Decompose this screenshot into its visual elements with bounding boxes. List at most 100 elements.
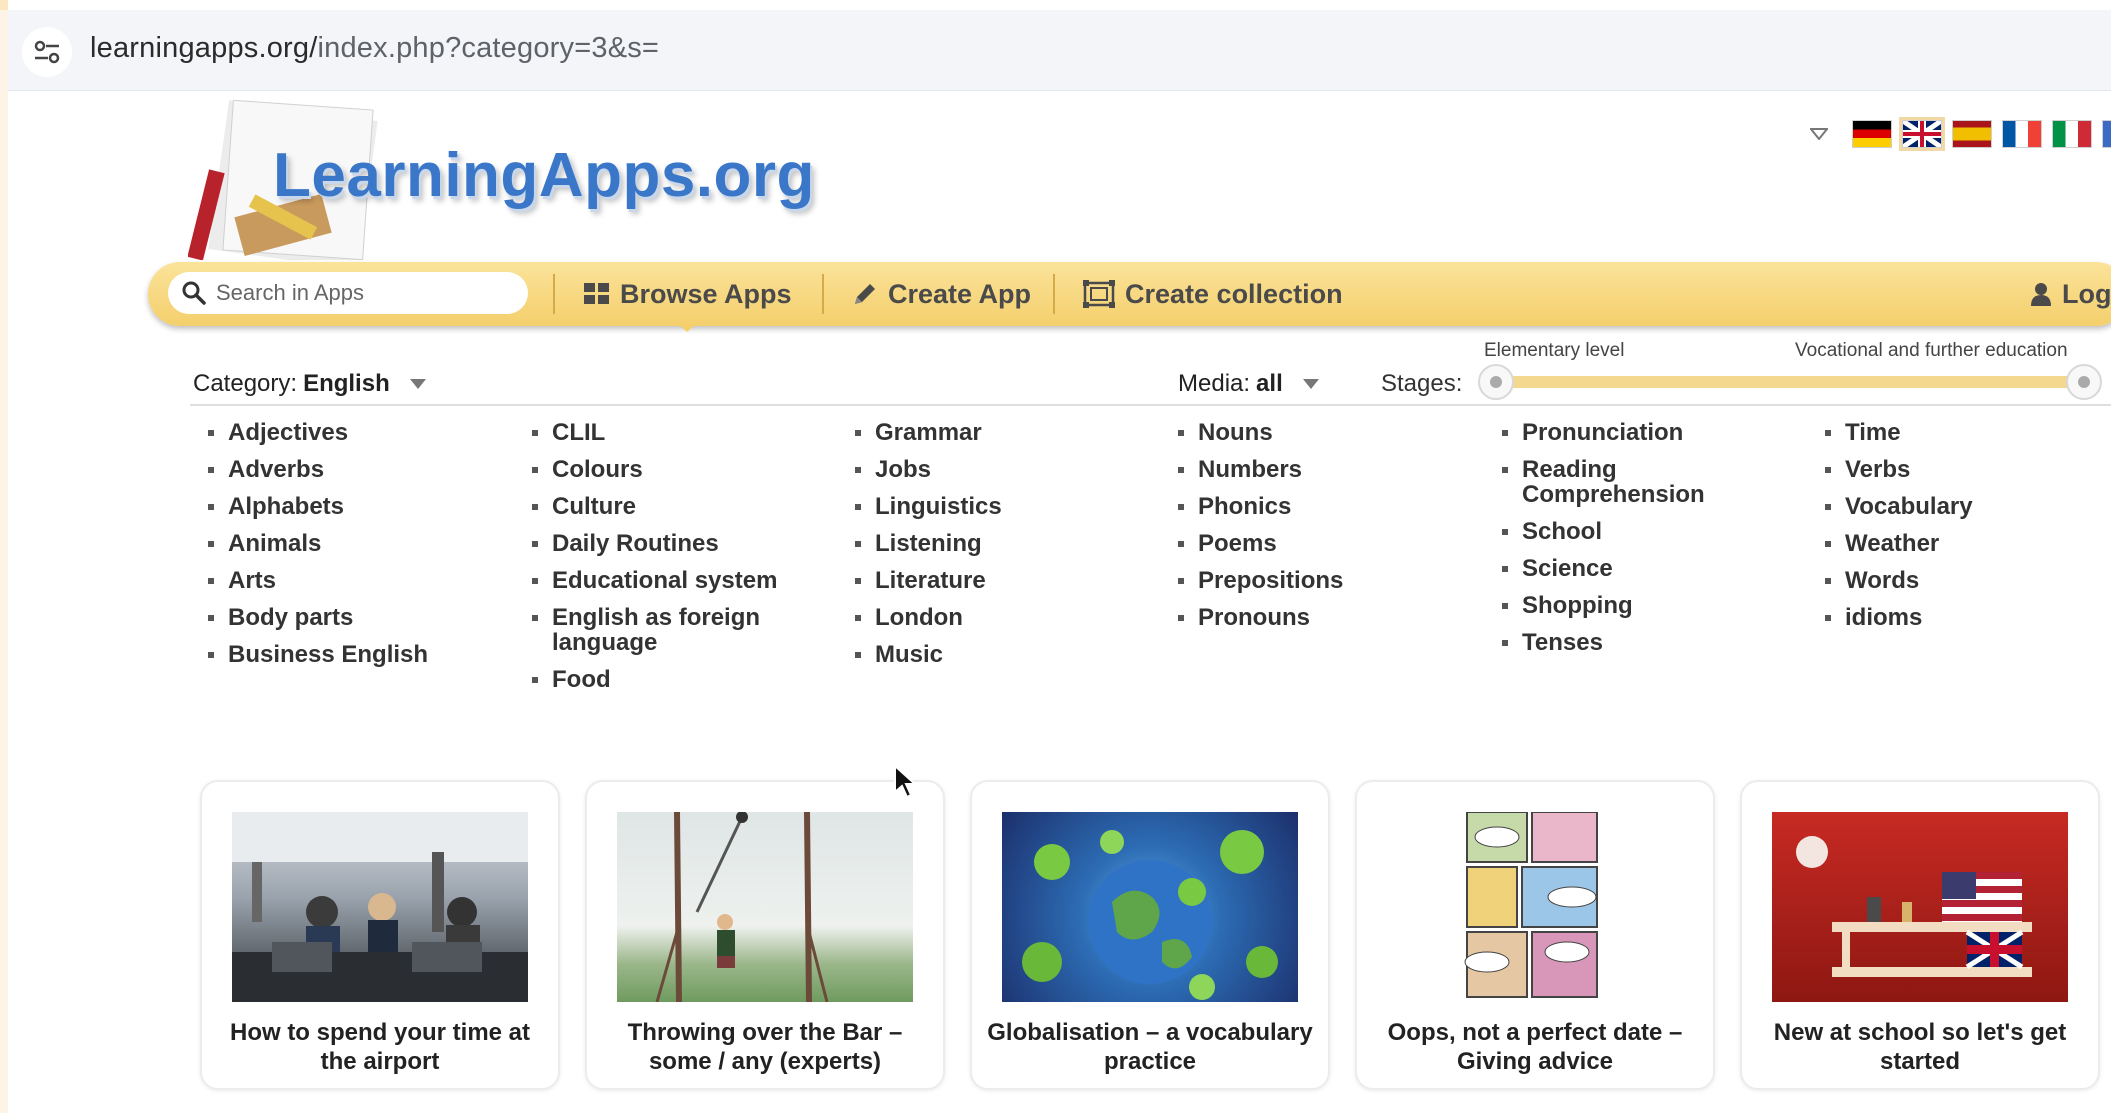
topic-link[interactable]: Linguistics bbox=[853, 494, 1173, 519]
topic-link[interactable]: Vocabulary bbox=[1823, 494, 2083, 519]
card-thumbnail bbox=[617, 812, 913, 1002]
card-thumbnail bbox=[1002, 812, 1298, 1002]
topic-link[interactable]: Nouns bbox=[1176, 420, 1496, 445]
flag-fr-icon[interactable] bbox=[2002, 120, 2042, 148]
app-card[interactable]: Throwing over the Bar – some / any (expe… bbox=[585, 780, 945, 1090]
card-thumbnail bbox=[1772, 812, 2068, 1002]
topic-link[interactable]: Shopping bbox=[1500, 593, 1730, 618]
pencil-icon bbox=[855, 284, 875, 304]
topic-link[interactable]: English as foreign language bbox=[530, 605, 790, 655]
topic-link[interactable]: Music bbox=[853, 642, 1173, 667]
topic-link[interactable]: Daily Routines bbox=[530, 531, 790, 556]
topic-column: Adjectives Adverbs Alphabets Animals Art… bbox=[206, 420, 526, 679]
topic-link[interactable]: Weather bbox=[1823, 531, 2083, 556]
topic-link[interactable]: Pronouns bbox=[1176, 605, 1496, 630]
topic-link[interactable]: Culture bbox=[530, 494, 790, 519]
topic-link[interactable]: Science bbox=[1500, 556, 1730, 581]
topic-link[interactable]: Pronunciation bbox=[1500, 420, 1730, 445]
address-bar[interactable]: learningapps.org/index.php?category=3&s= bbox=[8, 10, 2111, 91]
topic-link[interactable]: Body parts bbox=[206, 605, 526, 630]
app-card[interactable]: How to spend your time at the airport bbox=[200, 780, 560, 1090]
login-button[interactable]: Logi bbox=[2030, 272, 2111, 316]
toolbar-divider bbox=[553, 274, 555, 314]
topic-link[interactable]: Grammar bbox=[853, 420, 1173, 445]
topic-link[interactable]: Colours bbox=[530, 457, 790, 482]
url-domain: learningapps.org/ bbox=[90, 32, 318, 64]
create-app-button[interactable]: Create App bbox=[852, 272, 1031, 316]
topic-link[interactable]: Literature bbox=[853, 568, 1173, 593]
site-settings-icon[interactable] bbox=[22, 27, 72, 77]
card-title: New at school so let's get started bbox=[1773, 1019, 2067, 1075]
topic-link[interactable]: School bbox=[1500, 519, 1730, 544]
search-box[interactable] bbox=[168, 272, 528, 314]
flag-de-icon[interactable] bbox=[1852, 120, 1892, 148]
topic-link[interactable]: Reading Comprehension bbox=[1500, 457, 1730, 507]
topic-link[interactable]: Phonics bbox=[1176, 494, 1496, 519]
browse-apps-button[interactable]: Browse Apps bbox=[584, 272, 792, 316]
app-card[interactable]: Globalisation – a vocabulary practice bbox=[970, 780, 1330, 1090]
topic-link[interactable]: Prepositions bbox=[1176, 568, 1496, 593]
flag-en-icon[interactable] bbox=[1899, 117, 1945, 151]
topic-link[interactable]: Animals bbox=[206, 531, 526, 556]
topic-link[interactable]: Words bbox=[1823, 568, 2083, 593]
card-title: Globalisation – a vocabulary practice bbox=[987, 1019, 1313, 1075]
topic-link[interactable]: Poems bbox=[1176, 531, 1496, 556]
mouse-cursor-icon bbox=[894, 764, 917, 799]
topic-link[interactable]: Adverbs bbox=[206, 457, 526, 482]
topic-link[interactable]: idioms bbox=[1823, 605, 2083, 630]
main-toolbar: Browse Apps Create App Create collection bbox=[148, 262, 2111, 332]
user-icon bbox=[2031, 283, 2051, 306]
site-logo[interactable]: LearningApps.org bbox=[187, 99, 838, 270]
grid-icon bbox=[584, 283, 609, 304]
browser-frame: learningapps.org/index.php?category=3&s=… bbox=[8, 0, 2111, 1113]
topic-link[interactable]: Tenses bbox=[1500, 630, 1730, 655]
card-title: Oops, not a perfect date – Giving advice bbox=[1387, 1019, 1683, 1075]
topic-link[interactable]: CLIL bbox=[530, 420, 790, 445]
topic-link[interactable]: Time bbox=[1823, 420, 2083, 445]
topic-link[interactable]: Arts bbox=[206, 568, 526, 593]
topic-link[interactable]: Listening bbox=[853, 531, 1173, 556]
create-collection-label: Create collection bbox=[1125, 278, 1343, 309]
toolbar-divider bbox=[822, 274, 824, 314]
media-dropdown[interactable]: Media: all bbox=[1178, 370, 1319, 398]
slider-handle-min[interactable] bbox=[1478, 364, 1514, 400]
topic-link[interactable]: Educational system bbox=[530, 568, 790, 593]
flag-it-icon[interactable] bbox=[2052, 120, 2092, 148]
card-thumbnail bbox=[1387, 812, 1683, 1002]
category-dropdown[interactable]: Category: English bbox=[193, 370, 426, 398]
collection-icon bbox=[1083, 280, 1115, 308]
topic-link[interactable]: Verbs bbox=[1823, 457, 2083, 482]
logo-text: LearningApps.org bbox=[273, 141, 815, 210]
topic-link[interactable]: Alphabets bbox=[206, 494, 526, 519]
stage-range-slider[interactable] bbox=[1478, 364, 2102, 400]
app-card[interactable]: New at school so let's get started bbox=[1740, 780, 2100, 1090]
chevron-down-icon bbox=[409, 379, 426, 389]
chevron-down-icon[interactable] bbox=[1808, 123, 1830, 145]
flag-more-icon[interactable] bbox=[2102, 120, 2111, 148]
topic-link[interactable]: London bbox=[853, 605, 1173, 630]
topic-link[interactable]: Numbers bbox=[1176, 457, 1496, 482]
topic-link[interactable]: Food bbox=[530, 667, 790, 692]
stages-label: Stages: bbox=[1381, 370, 1463, 397]
chevron-down-icon bbox=[1302, 379, 1319, 389]
create-collection-button[interactable]: Create collection bbox=[1083, 272, 1343, 316]
topic-link[interactable]: Business English bbox=[206, 642, 526, 667]
create-app-label: Create App bbox=[888, 278, 1032, 309]
search-input[interactable] bbox=[214, 279, 518, 307]
app-card[interactable]: Oops, not a perfect date – Giving advice bbox=[1355, 780, 1715, 1090]
topic-column: Time Verbs Vocabulary Weather Words idio… bbox=[1823, 420, 2083, 642]
language-selector[interactable] bbox=[1808, 117, 2111, 151]
topic-column: CLIL Colours Culture Daily Routines Educ… bbox=[530, 420, 790, 704]
filter-row: Category: English Media: all Stages: Ele… bbox=[8, 340, 2111, 410]
toolbar-divider bbox=[1053, 274, 1055, 314]
slider-handle-max[interactable] bbox=[2066, 364, 2102, 400]
media-label: Media: bbox=[1178, 370, 1251, 397]
topic-link[interactable]: Jobs bbox=[853, 457, 1173, 482]
topic-link[interactable]: Adjectives bbox=[206, 420, 526, 445]
stage-max-label: Vocational and further education bbox=[1795, 340, 2068, 361]
flag-es-icon[interactable] bbox=[1952, 120, 1992, 148]
search-icon bbox=[182, 281, 206, 305]
card-thumbnail bbox=[232, 812, 528, 1002]
browse-apps-label: Browse Apps bbox=[620, 278, 792, 309]
url-text[interactable]: learningapps.org/index.php?category=3&s= bbox=[90, 32, 659, 65]
